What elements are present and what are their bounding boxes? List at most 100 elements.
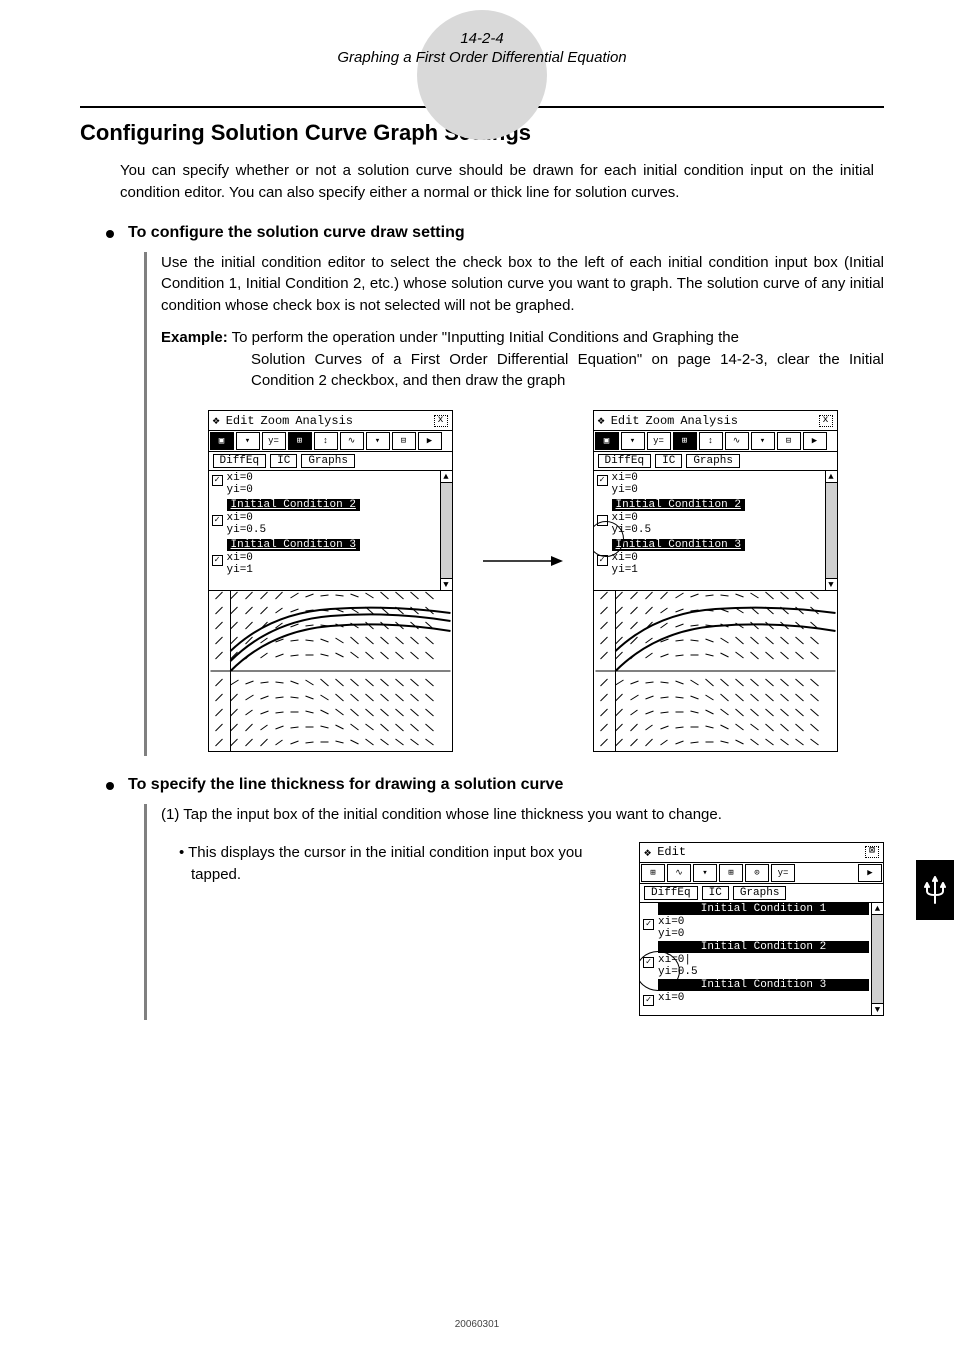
scroll-down-icon[interactable]: ▼ [441, 578, 452, 590]
tool-more-icon[interactable]: ▶ [858, 864, 882, 882]
cond3-checkbox[interactable]: ✓ [643, 995, 654, 1006]
tool-icon[interactable]: ∿ [725, 432, 749, 450]
tab-graphs[interactable]: Graphs [733, 886, 787, 900]
step-1-text: (1) Tap the input box of the initial con… [161, 804, 884, 826]
menu-icon: ❖ [598, 413, 605, 428]
cond1-separator: Initial Condition 1 [658, 903, 869, 915]
scroll-up-icon[interactable]: ▲ [441, 471, 452, 483]
tool-icon[interactable]: ⊙ [745, 864, 769, 882]
menu-analysis[interactable]: Analysis [680, 414, 738, 428]
tool-icon[interactable]: ▾ [236, 432, 260, 450]
close-icon[interactable]: x [819, 415, 833, 427]
cond1-yi[interactable]: yi=0 [227, 484, 253, 496]
tool-icon[interactable]: ⊞ [673, 432, 697, 450]
example-label: Example: [161, 329, 228, 346]
cond1-xi[interactable]: xi=0 [227, 472, 253, 484]
tool-icon[interactable]: y= [262, 432, 286, 450]
cond2-xi[interactable]: xi=0| [658, 954, 698, 966]
tool-icon[interactable]: y= [771, 864, 795, 882]
menu-zoom[interactable]: Zoom [646, 414, 675, 428]
tab-graphs[interactable]: Graphs [686, 454, 740, 468]
cond1-xi[interactable]: xi=0 [658, 916, 684, 928]
example-text-2: Solution Curves of a First Order Differe… [251, 349, 884, 393]
cond1-yi[interactable]: yi=0 [658, 928, 684, 940]
tool-icon[interactable]: ⊞ [719, 864, 743, 882]
close-icon[interactable]: x [434, 415, 448, 427]
tool-more-icon[interactable]: ▶ [803, 432, 827, 450]
cond1-xi[interactable]: xi=0 [612, 472, 638, 484]
tool-icon[interactable]: ▣ [210, 432, 234, 450]
tab-ic[interactable]: IC [655, 454, 682, 468]
menu-zoom[interactable]: Zoom [261, 414, 290, 428]
menu-edit[interactable]: Edit [226, 414, 255, 428]
scroll-down-icon[interactable]: ▼ [826, 578, 837, 590]
cond2-xi[interactable]: xi=0 [612, 512, 652, 524]
tool-icon[interactable]: ▾ [621, 432, 645, 450]
cond3-checkbox[interactable]: ✓ [597, 555, 608, 566]
tool-icon[interactable]: ▣ [595, 432, 619, 450]
menu-bar: ❖ Edit ⊠ [640, 843, 883, 863]
close-icon[interactable]: ⊠ [865, 846, 879, 858]
tab-bar: DiffEq IC Graphs [209, 452, 452, 471]
cond1-checkbox[interactable]: ✓ [212, 475, 223, 486]
scroll-up-icon[interactable]: ▲ [826, 471, 837, 483]
cond2-separator: Initial Condition 2 [227, 499, 360, 511]
cond2-yi[interactable]: yi=0.5 [658, 966, 698, 978]
menu-edit[interactable]: Edit [657, 845, 686, 859]
cond3-checkbox[interactable]: ✓ [212, 555, 223, 566]
tool-icon[interactable]: ⊞ [288, 432, 312, 450]
cond2-separator: Initial Condition 2 [612, 499, 745, 511]
tool-icon[interactable]: ⊟ [392, 432, 416, 450]
tool-icon[interactable]: ∿ [340, 432, 364, 450]
tool-icon[interactable]: ▾ [693, 864, 717, 882]
cond3-xi[interactable]: xi=0 [612, 552, 638, 564]
menu-icon: ❖ [644, 845, 651, 860]
tab-diffeq[interactable]: DiffEq [598, 454, 652, 468]
tab-diffeq[interactable]: DiffEq [644, 886, 698, 900]
tool-icon[interactable]: y= [647, 432, 671, 450]
tool-icon[interactable]: ↕ [699, 432, 723, 450]
tab-diffeq[interactable]: DiffEq [213, 454, 267, 468]
tool-icon[interactable]: ▾ [751, 432, 775, 450]
scroll-bar[interactable]: ▲ ▼ [825, 471, 837, 590]
tab-ic[interactable]: IC [702, 886, 729, 900]
subsection-1-body: Use the initial condition editor to sele… [144, 252, 884, 757]
cond3-xi[interactable]: xi=0 [658, 992, 684, 1004]
trident-icon [923, 875, 947, 905]
footer-date: 20060301 [0, 1319, 954, 1330]
tool-icon[interactable]: ∿ [667, 864, 691, 882]
cond1-yi[interactable]: yi=0 [612, 484, 638, 496]
tab-ic[interactable]: IC [270, 454, 297, 468]
slope-field-graph [209, 591, 452, 751]
scroll-up-icon[interactable]: ▲ [872, 903, 883, 915]
initial-condition-panel: ▲ ▼ Initial Condition 1 ✓ xi=0 yi=0 Init… [640, 903, 883, 1015]
cond2-checkbox[interactable]: ✓ [643, 957, 654, 968]
tab-graphs[interactable]: Graphs [301, 454, 355, 468]
scroll-bar[interactable]: ▲ ▼ [871, 903, 883, 1015]
scroll-bar[interactable]: ▲ ▼ [440, 471, 452, 590]
tool-icon[interactable]: ⊞ [641, 864, 665, 882]
subsection-2-heading: To specify the line thickness for drawin… [128, 776, 884, 794]
tool-icon[interactable]: ⊟ [777, 432, 801, 450]
tab-bar: DiffEq IC Graphs [640, 884, 883, 903]
cond2-yi[interactable]: yi=0.5 [227, 524, 267, 536]
step-1-bullet: • This displays the cursor in the initia… [191, 842, 621, 886]
scroll-down-icon[interactable]: ▼ [872, 1003, 883, 1015]
cond2-yi[interactable]: yi=0.5 [612, 524, 652, 536]
menu-edit[interactable]: Edit [611, 414, 640, 428]
cond2-checkbox[interactable]: ✓ [212, 515, 223, 526]
cond3-yi[interactable]: yi=1 [227, 564, 253, 576]
cond2-xi[interactable]: xi=0 [227, 512, 267, 524]
menu-analysis[interactable]: Analysis [295, 414, 353, 428]
cond2-checkbox-unchecked[interactable] [597, 515, 608, 526]
page-side-tab [916, 860, 954, 920]
cond3-xi[interactable]: xi=0 [227, 552, 253, 564]
tool-icon[interactable]: ▾ [366, 432, 390, 450]
tool-more-icon[interactable]: ▶ [418, 432, 442, 450]
cond1-checkbox[interactable]: ✓ [597, 475, 608, 486]
cond3-separator: Initial Condition 3 [612, 539, 745, 551]
tool-icon[interactable]: ↕ [314, 432, 338, 450]
cond1-checkbox[interactable]: ✓ [643, 919, 654, 930]
toolbar: ▣ ▾ y= ⊞ ↕ ∿ ▾ ⊟ ▶ [594, 431, 837, 452]
cond3-yi[interactable]: yi=1 [612, 564, 638, 576]
